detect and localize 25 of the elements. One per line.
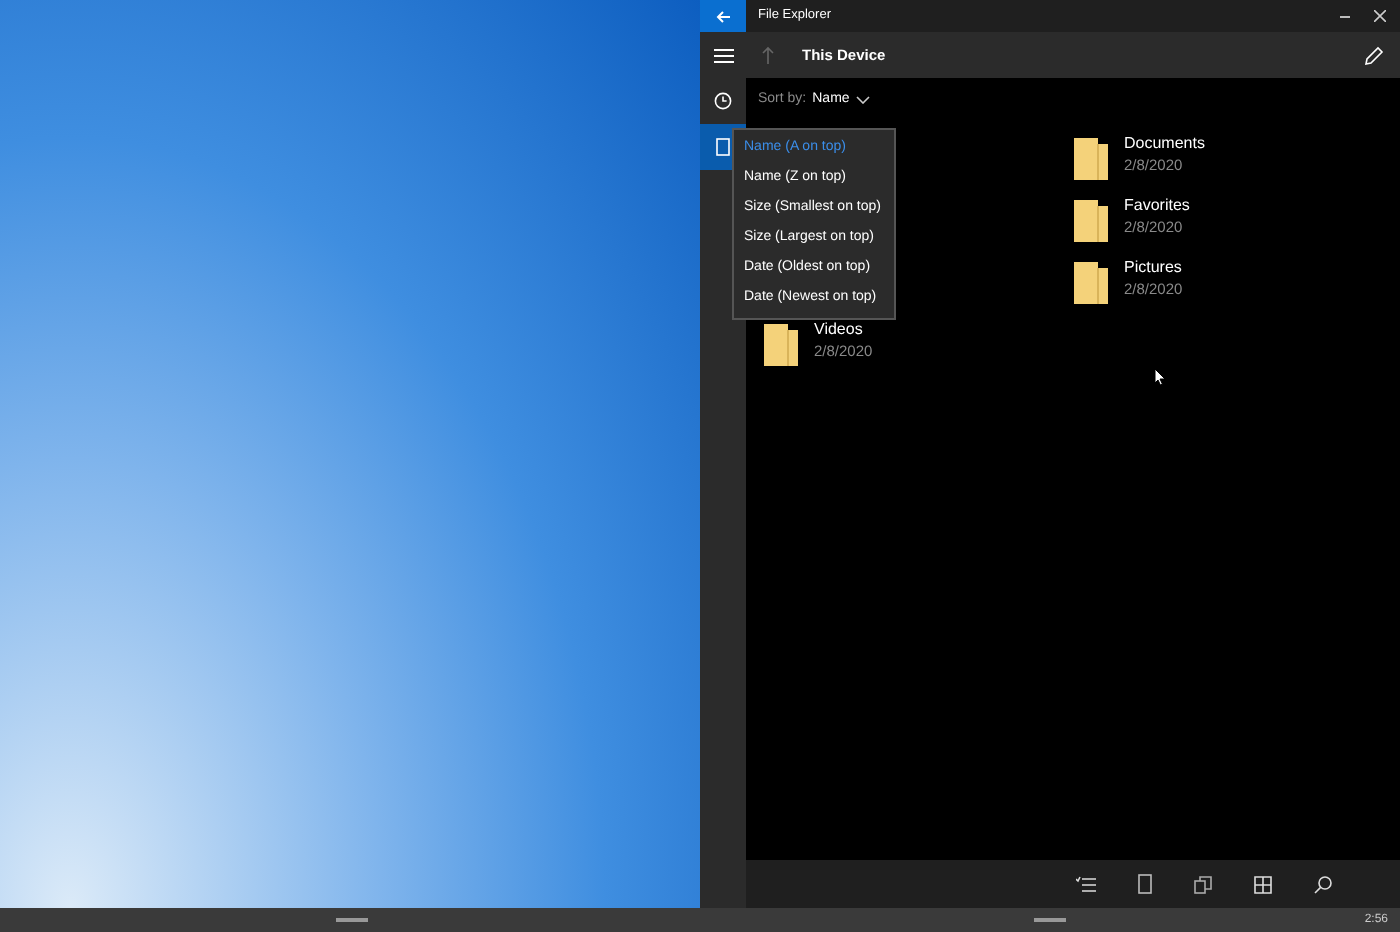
pane-handle[interactable] [336,918,368,922]
back-button[interactable] [700,0,746,32]
checklist-icon[interactable] [1076,875,1096,893]
folder-icon [1074,262,1108,304]
folder-name: Pictures [1124,256,1183,278]
close-icon [1374,10,1386,22]
phone-icon[interactable] [1138,874,1152,894]
folder-icon [764,324,798,366]
folder-name: Favorites [1124,194,1190,216]
back-arrow-icon [715,9,731,23]
clock-icon [714,92,732,110]
tablet-icon [716,138,730,156]
copy-icon[interactable] [1194,875,1212,893]
chevron-down-icon [855,96,870,104]
folder-icon [1074,138,1108,180]
folder-name: Videos [814,318,865,340]
pane-handle[interactable] [1034,918,1066,922]
grid-view-icon[interactable] [1254,875,1272,893]
folder-icon [1074,200,1108,242]
folder-name: Documents [1124,132,1205,154]
edit-icon[interactable] [1364,45,1384,65]
search-icon[interactable] [1314,875,1332,893]
menu-icon [713,47,733,63]
up-arrow-icon[interactable] [762,46,774,64]
mouse-cursor-icon [1154,368,1166,386]
